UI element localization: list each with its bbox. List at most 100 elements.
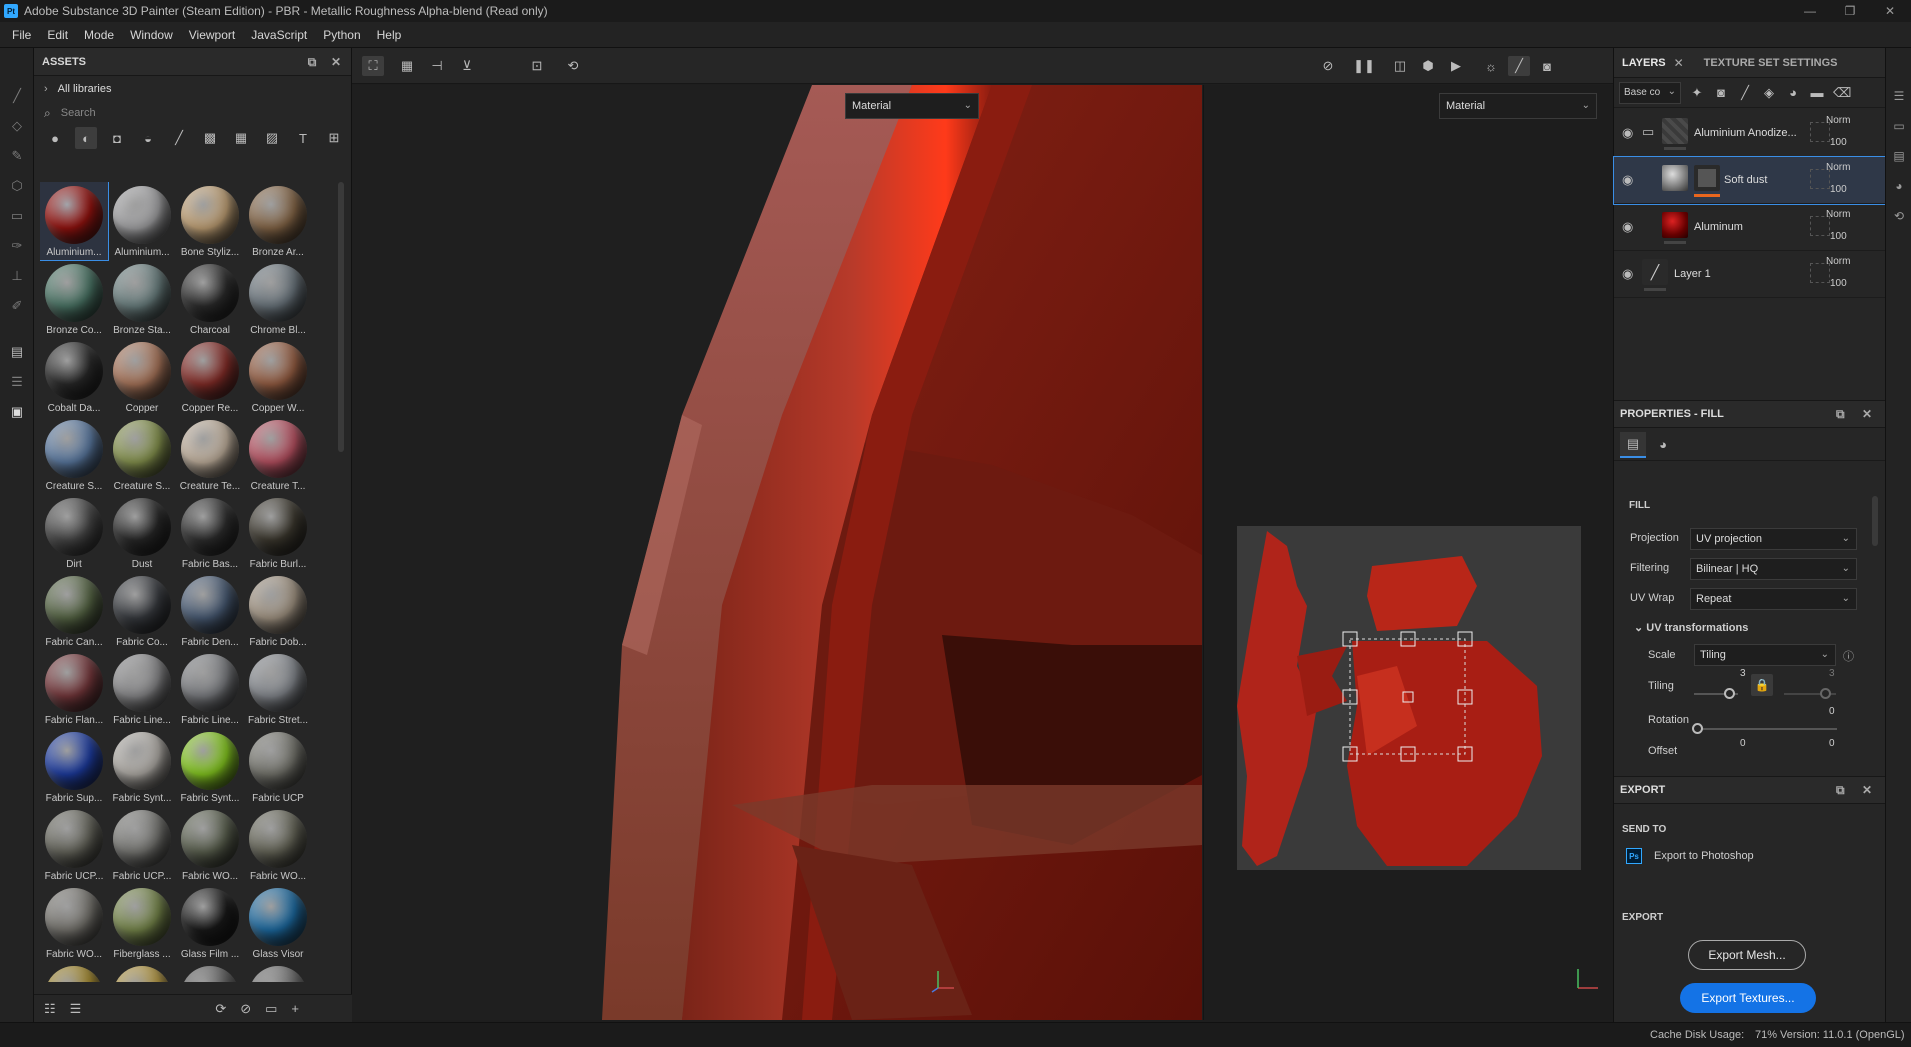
list-view-icon[interactable]: ☷ [44, 1001, 56, 1017]
material-tile[interactable]: Bronze Co... [40, 260, 108, 338]
material-tile[interactable]: Aluminium... [40, 182, 109, 261]
material-tile[interactable]: Creature Te... [176, 416, 244, 494]
material-picker-icon[interactable]: ⊥ [9, 268, 25, 284]
polygon-fill-icon[interactable]: ⬡ [9, 178, 25, 194]
2d-uv-viewport[interactable]: Material ⌄ [1203, 85, 1613, 1020]
pause-icon[interactable]: ❚❚ [1353, 56, 1375, 76]
uv-transformations-toggle[interactable]: ⌄ UV transformations [1634, 621, 1748, 634]
material-tile[interactable]: Glass Visor [244, 884, 312, 962]
filter-all-icon[interactable]: ⊞ [323, 127, 345, 149]
clone-icon[interactable]: ✑ [9, 238, 25, 254]
tiling-slider-knob-2[interactable] [1820, 688, 1831, 699]
smudge-icon[interactable]: ▭ [9, 208, 25, 224]
add-mask-icon[interactable]: ◙ [1713, 85, 1729, 100]
paint-brush-icon[interactable]: ╱ [9, 88, 25, 104]
tiling-slider-knob[interactable] [1724, 688, 1735, 699]
shelf-icon[interactable]: ☰ [9, 374, 25, 390]
material-tile[interactable]: Bone Styliz... [176, 182, 244, 260]
export-textures-button[interactable]: Export Textures... [1680, 983, 1816, 1013]
3d-cube-icon[interactable]: ⬢ [1417, 56, 1439, 76]
minimize-button[interactable]: — [1790, 0, 1830, 22]
scale-dropdown[interactable]: Tiling ⌄ [1694, 644, 1836, 666]
material-tile[interactable]: Fabric Den... [176, 572, 244, 650]
material-tile[interactable] [176, 962, 244, 982]
material-tile[interactable]: Fabric Can... [40, 572, 108, 650]
blend-mode[interactable]: Norm [1826, 115, 1850, 126]
assets-panel-icon[interactable]: ▤ [9, 344, 25, 360]
channel-dropdown[interactable]: Base co ⌄ [1619, 81, 1681, 104]
add-fill-layer-icon[interactable]: ◈ [1761, 85, 1777, 101]
filter-patterns-icon[interactable]: ▦ [230, 127, 252, 149]
material-tile[interactable]: Fabric Line... [176, 650, 244, 728]
texture-set-icon[interactable]: ◕ [1891, 178, 1907, 194]
material-tile[interactable]: Charcoal [176, 260, 244, 338]
search-input[interactable]: Search [61, 107, 96, 119]
visibility-eye-icon[interactable]: ◉ [1622, 266, 1633, 282]
material-tile[interactable]: Fabric Line... [108, 650, 176, 728]
material-tile[interactable]: Bronze Ar... [244, 182, 312, 260]
float-panel-icon[interactable]: ⧉ [304, 54, 320, 70]
eraser-icon[interactable]: ◇ [9, 118, 25, 134]
folder-icon[interactable]: ▭ [265, 1001, 277, 1017]
tab-fill-properties-icon[interactable]: ▤ [1620, 431, 1646, 458]
close-panel-icon[interactable]: ✕ [1862, 783, 1872, 797]
viewport-3d-mode-dropdown[interactable]: Material ⌄ [845, 93, 979, 119]
layer-opacity[interactable]: 100 [1830, 137, 1847, 148]
material-tile[interactable]: Aluminium... [108, 182, 176, 260]
material-tile[interactable]: Dust [108, 494, 176, 572]
history-icon[interactable]: ⟲ [1891, 208, 1907, 224]
layer-row[interactable]: ◉ Aluminum Norm 100 [1614, 204, 1886, 251]
light-icon[interactable]: ☼ [1480, 56, 1502, 76]
symmetry-icon[interactable]: ⊣ [426, 56, 448, 76]
details-view-icon[interactable]: ☰ [70, 1001, 82, 1017]
material-tile[interactable]: Bronze Sta... [108, 260, 176, 338]
layer-opacity[interactable]: 100 [1830, 231, 1847, 242]
hide-icon[interactable]: ⊘ [1317, 56, 1339, 76]
material-tile[interactable]: Fabric Synt... [108, 728, 176, 806]
flip-icon[interactable]: ⊻ [456, 56, 478, 76]
material-tile[interactable]: Copper [108, 338, 176, 416]
material-tile[interactable]: Fabric UCP... [40, 806, 108, 884]
material-tile[interactable]: Fabric Dob... [244, 572, 312, 650]
material-tile[interactable] [244, 962, 312, 982]
info-icon[interactable]: ⓘ [1843, 648, 1854, 664]
visibility-eye-icon[interactable]: ◉ [1622, 219, 1633, 235]
material-tile[interactable]: Fabric Co... [108, 572, 176, 650]
3d-viewport[interactable]: Material ⌄ [352, 85, 1202, 1020]
split-view-icon[interactable]: ◫ [1389, 56, 1411, 76]
add-effect-icon[interactable]: ✦ [1689, 85, 1705, 101]
filter-textures-icon[interactable]: ▩ [199, 127, 221, 149]
filter-smart-materials-icon[interactable]: ◐ [75, 127, 97, 149]
add-smart-material-icon[interactable]: ◕ [1785, 85, 1801, 100]
projection-dropdown[interactable]: UV projection ⌄ [1690, 528, 1857, 550]
layer-row[interactable]: ◉ ▭ Aluminium Anodize... Norm 100 [1614, 110, 1886, 157]
refresh-icon[interactable]: ⟳ [215, 1001, 226, 1017]
grid-icon[interactable]: ▦ [396, 56, 418, 76]
add-folder-icon[interactable]: ▬ [1809, 85, 1825, 100]
tab-texture-set-settings[interactable]: TEXTURE SET SETTINGS [1696, 57, 1846, 69]
selection-mode-icon[interactable]: ⛶ [362, 56, 384, 76]
filter-materials-icon[interactable]: ● [44, 127, 66, 149]
blend-mode[interactable]: Norm [1826, 162, 1850, 173]
blend-mode[interactable]: Norm [1826, 256, 1850, 267]
material-tile[interactable]: Creature S... [108, 416, 176, 494]
display-settings-icon[interactable]: ▭ [1891, 118, 1907, 134]
menu-file[interactable]: File [4, 28, 39, 42]
uvwrap-dropdown[interactable]: Repeat ⌄ [1690, 588, 1857, 610]
material-tile[interactable]: Fabric UCP [244, 728, 312, 806]
properties-scrollbar[interactable] [1872, 496, 1878, 546]
material-tile[interactable]: Fabric Stret... [244, 650, 312, 728]
visibility-eye-icon[interactable]: ◉ [1622, 125, 1633, 141]
menu-mode[interactable]: Mode [76, 28, 122, 42]
material-tile[interactable]: Copper W... [244, 338, 312, 416]
projection-tool-icon[interactable]: ✎ [9, 148, 25, 164]
export-mesh-button[interactable]: Export Mesh... [1688, 940, 1806, 970]
frame-icon[interactable]: ⊡ [526, 56, 548, 76]
material-tile[interactable]: Fabric WO... [176, 806, 244, 884]
assets-scrollbar[interactable] [338, 182, 344, 452]
visibility-eye-icon[interactable]: ◉ [1622, 172, 1633, 188]
menu-python[interactable]: Python [315, 28, 368, 42]
tab-material-icon[interactable]: ◕ [1650, 432, 1676, 458]
material-tile[interactable]: Dirt [40, 494, 108, 572]
material-tile[interactable]: Fabric Synt... [176, 728, 244, 806]
